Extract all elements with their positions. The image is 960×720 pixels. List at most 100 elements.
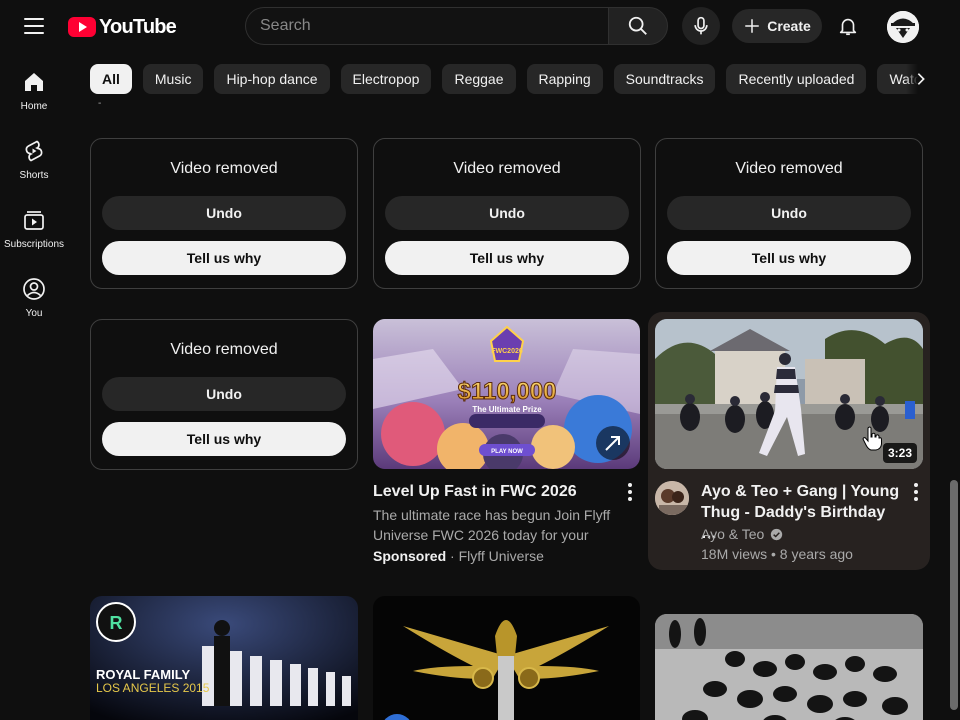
- create-button[interactable]: Create: [732, 9, 822, 43]
- svg-text:R: R: [110, 613, 123, 633]
- hand-cursor-icon: [862, 426, 882, 451]
- more-vert-icon: [914, 483, 918, 487]
- menu-icon-bar: [24, 25, 44, 27]
- sidebar-item-subscriptions[interactable]: Subscriptions: [4, 192, 64, 254]
- more-vert-icon: [914, 490, 918, 494]
- sidebar-item-shorts[interactable]: Shorts: [4, 123, 64, 185]
- sidebar-item-label: Subscriptions: [3, 239, 65, 250]
- removed-title: Video removed: [170, 341, 278, 358]
- sidebar-item-label: You: [25, 308, 43, 319]
- video-removed-card: Video removed Undo Tell us why: [373, 138, 641, 289]
- video-thumbnail[interactable]: [655, 614, 923, 720]
- video-removed-card: Video removed Undo Tell us why: [90, 138, 358, 289]
- channel-name[interactable]: Ayo & Teo: [701, 524, 764, 544]
- channel-avatar[interactable]: [655, 481, 689, 515]
- sidebar-item-home[interactable]: Home: [4, 54, 64, 116]
- video-thumbnail[interactable]: [373, 596, 640, 720]
- video-thumbnail[interactable]: R ROYAL FAMILY LOS ANGELES 2015: [90, 596, 358, 720]
- channel-avatar-art: [655, 481, 689, 515]
- chip-music[interactable]: Music: [142, 64, 204, 94]
- notifications-button[interactable]: [830, 8, 866, 44]
- sidebar-item-label: Shorts: [19, 170, 49, 181]
- create-label: Create: [767, 18, 811, 34]
- meta-separator: ·: [446, 548, 459, 564]
- sidebar-item-you[interactable]: You: [4, 261, 64, 323]
- video-stats: 18M views • 8 years ago: [701, 546, 853, 562]
- removed-title: Video removed: [453, 160, 561, 177]
- golden-wings-thumbnail-art: [373, 596, 640, 720]
- chip-electropop[interactable]: Electropop: [340, 64, 432, 94]
- filter-chips-bar: All Music Hip-hop dance Electropop Regga…: [90, 64, 930, 94]
- tell-us-why-button[interactable]: Tell us why: [102, 422, 346, 456]
- menu-icon-bar: [24, 32, 44, 34]
- tell-us-why-button[interactable]: Tell us why: [667, 241, 911, 275]
- microphone-icon: [694, 16, 708, 35]
- search-input[interactable]: [245, 7, 608, 45]
- voice-search-button[interactable]: [682, 7, 720, 45]
- royal-family-thumbnail-art: R ROYAL FAMILY LOS ANGELES 2015: [90, 596, 358, 720]
- plus-icon: [745, 19, 759, 33]
- video-thumbnail[interactable]: 3:23: [655, 319, 923, 469]
- search-button[interactable]: [608, 7, 668, 45]
- search-icon: [628, 16, 647, 35]
- youtube-play-icon: [68, 17, 96, 37]
- chip-reggae[interactable]: Reggae: [442, 64, 516, 94]
- avatar-icon: [887, 11, 919, 43]
- chevron-right-icon: [917, 73, 925, 85]
- subscriptions-icon: [24, 211, 44, 230]
- undo-button[interactable]: Undo: [385, 196, 629, 230]
- ad-badge-text: FWC2026: [491, 348, 523, 355]
- more-vert-icon: [914, 497, 918, 501]
- search-bar: [245, 7, 668, 45]
- account-avatar[interactable]: [887, 11, 919, 43]
- logo-text: YouTube: [99, 15, 177, 38]
- removed-title: Video removed: [170, 160, 278, 177]
- scrollbar-thumb[interactable]: [950, 480, 958, 710]
- bell-icon: [839, 18, 857, 36]
- tell-us-why-button[interactable]: Tell us why: [385, 241, 629, 275]
- ad-prize-text: $110,000: [458, 378, 557, 405]
- verified-badge-icon: [771, 528, 783, 540]
- shorts-icon: [25, 140, 43, 162]
- sponsored-label: Sponsored: [373, 548, 447, 564]
- channel-line: Ayo & Teo: [701, 524, 783, 544]
- chips-marker: -: [98, 98, 102, 109]
- ad-thumbnail-art: FWC2026 $110,000 The Ultimate Prize PLAY…: [373, 319, 640, 469]
- video-duration: 3:23: [882, 443, 917, 463]
- video-removed-card: Video removed Undo Tell us why: [655, 138, 923, 289]
- video-more-button[interactable]: [904, 480, 928, 504]
- ad-sponsor-line: Sponsored · Flyff Universe: [373, 546, 633, 566]
- ad-title[interactable]: Level Up Fast in FWC 2026: [373, 481, 613, 502]
- chip-soundtracks[interactable]: Soundtracks: [613, 64, 716, 94]
- home-icon: [25, 73, 43, 91]
- advertiser-name[interactable]: Flyff Universe: [459, 548, 544, 564]
- top-bar: YouTube Create: [0, 0, 960, 54]
- tell-us-why-button[interactable]: Tell us why: [102, 241, 346, 275]
- ad-tagline-text: The Ultimate Prize: [472, 405, 542, 414]
- chip-recently-uploaded[interactable]: Recently uploaded: [726, 64, 867, 94]
- ad-description: The ultimate race has begun Join Flyff U…: [373, 507, 611, 543]
- more-vert-icon: [628, 483, 632, 487]
- chips-next-button[interactable]: [906, 64, 936, 94]
- ad-more-button[interactable]: [618, 480, 642, 504]
- sidebar-item-label: Home: [20, 101, 48, 112]
- youtube-logo[interactable]: YouTube: [68, 15, 177, 39]
- menu-button[interactable]: [16, 10, 52, 42]
- ad-play-now-text: PLAY NOW: [491, 449, 523, 455]
- chip-all[interactable]: All: [90, 64, 132, 94]
- chip-rapping[interactable]: Rapping: [526, 64, 603, 94]
- chip-hip-hop-dance[interactable]: Hip-hop dance: [214, 64, 330, 94]
- undo-button[interactable]: Undo: [667, 196, 911, 230]
- undo-button[interactable]: Undo: [102, 377, 346, 411]
- video-removed-card: Video removed Undo Tell us why: [90, 319, 358, 470]
- undo-button[interactable]: Undo: [102, 196, 346, 230]
- more-vert-icon: [628, 490, 632, 494]
- mini-guide: Home Shorts Subscriptions You: [0, 54, 68, 720]
- crowd-dance-thumbnail-art: [655, 614, 923, 720]
- royal-family-subtitle: LOS ANGELES 2015: [96, 681, 210, 695]
- menu-icon-bar: [24, 18, 44, 20]
- you-icon: [23, 278, 45, 300]
- royal-family-title: ROYAL FAMILY: [96, 667, 190, 682]
- more-vert-icon: [628, 497, 632, 501]
- ad-thumbnail[interactable]: FWC2026 $110,000 The Ultimate Prize PLAY…: [373, 319, 640, 469]
